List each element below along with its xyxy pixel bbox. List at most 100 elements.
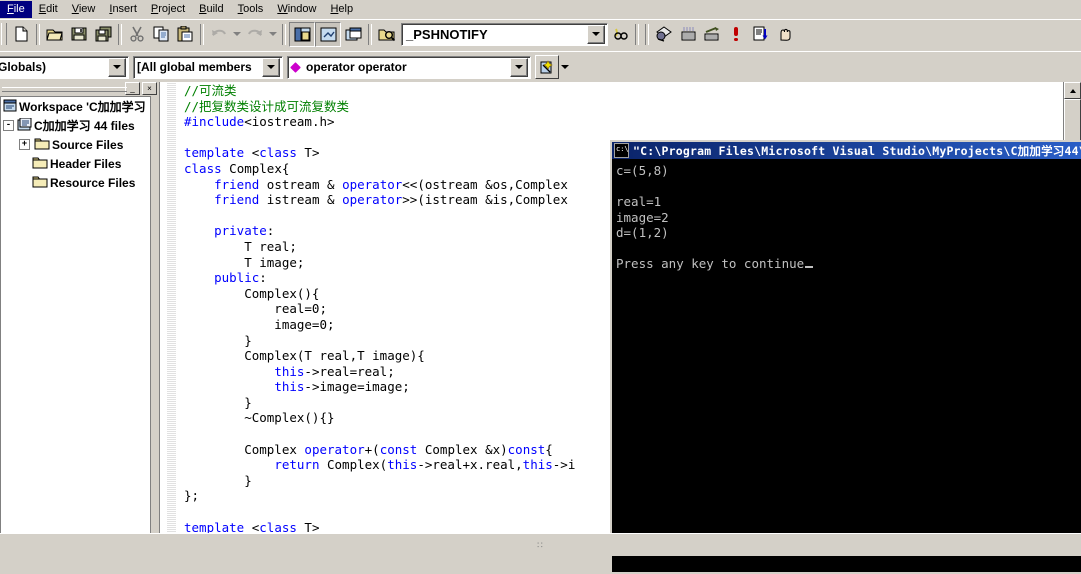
toolbar-separator [200,23,204,45]
open-file-button[interactable] [43,23,67,46]
menu-project[interactable]: Project [144,1,192,18]
output-pane-button[interactable] [315,21,341,47]
redo-button[interactable] [243,23,267,46]
new-file-button[interactable] [9,23,33,46]
menu-accelerator: F [7,2,14,15]
member-combo-value[interactable]: [All global members [134,58,262,76]
wizard-dropdown-arrow[interactable] [559,56,571,79]
wizard-action-button[interactable] [535,55,559,79]
tree-expander-icon[interactable] [19,159,28,168]
visual-cpp-window: File Edit View Insert Project Build Tool… [0,0,1081,574]
menu-insert[interactable]: Insert [102,1,144,18]
console-title-bar[interactable]: "C:\Program Files\Microsoft Visual Studi… [612,142,1081,159]
console-text-content: c=(5,8) real=1 image=2 d=(1,2) Press any… [616,163,805,271]
cut-button[interactable] [125,23,149,46]
function-combo-value[interactable]: operator operator [303,58,510,76]
undo-dropdown-arrow[interactable] [231,23,243,46]
folder-icon [32,156,48,172]
workspace-pane-button[interactable] [289,21,315,47]
console-title-text: "C:\Program Files\Microsoft Visual Studi… [633,143,1081,158]
build-button[interactable] [676,23,700,46]
find-combo-dropdown[interactable] [587,24,605,44]
tree-expander-icon[interactable]: - [3,120,14,131]
save-button[interactable] [67,23,91,46]
window-list-button[interactable] [341,23,365,46]
go-debug-button[interactable] [772,23,796,46]
menu-label: nsert [112,2,137,15]
stop-build-button[interactable] [724,23,748,46]
rebuild-all-button[interactable] [700,23,724,46]
workspace-title-bar: _ × [0,82,159,95]
console-app-icon [614,143,629,158]
console-output-text[interactable]: c=(5,8) real=1 image=2 d=(1,2) Press any… [612,159,1081,572]
menu-label: roject [158,2,186,15]
menu-build[interactable]: Build [192,1,230,18]
project-icon [17,117,32,134]
status-bar: ∷ [0,533,1081,556]
menu-help[interactable]: Help [323,1,360,18]
code-line: //把复数类设计成可流复数类 [184,98,350,114]
menu-view[interactable]: View [65,1,103,18]
menu-accelerator: W [277,2,288,15]
menu-label: indow [287,2,317,15]
menu-window[interactable]: Window [270,1,323,18]
copy-button[interactable] [149,23,173,46]
tree-item-header-files[interactable]: Header Files [1,154,151,173]
standard-toolbar: _PSHNOTIFY [0,19,1081,48]
function-combo[interactable]: operator operator [287,55,531,79]
workspace-minimize-button[interactable]: _ [125,82,140,95]
tree-item-source-files[interactable]: + Source Files [1,135,151,154]
member-combo[interactable]: [All global members [133,55,283,79]
save-all-button[interactable] [91,23,115,46]
compile-button[interactable] [652,23,676,46]
tree-item-label: C加加学习 44 files [34,119,135,133]
console-cursor [805,266,814,268]
tree-expander-icon[interactable]: + [19,139,30,150]
code-line: //可流类 [184,83,237,98]
workspace-tree[interactable]: Workspace 'C加加学习 - C加加学习 44 files + Sour… [0,96,151,534]
class-combo[interactable]: Globals) [0,55,129,79]
find-combo-value[interactable]: _PSHNOTIFY [402,27,587,42]
menu-file[interactable]: File [0,0,32,18]
tree-item-workspace[interactable]: Workspace 'C加加学习 [1,97,151,116]
find-next-button[interactable] [608,23,632,46]
folder-icon [32,175,48,191]
member-combo-dropdown[interactable] [262,57,280,77]
menu-accelerator: B [199,2,207,15]
menu-label: ools [243,2,264,15]
tree-expander-icon[interactable] [19,178,28,187]
workspace-icon [3,99,17,115]
tree-item-project[interactable]: - C加加学习 44 files [1,116,151,135]
paste-button[interactable] [173,23,197,46]
undo-button[interactable] [207,23,231,46]
menu-label: iew [78,2,96,15]
toolbar-separator [635,23,639,45]
class-combo-value[interactable]: Globals) [0,58,108,76]
wizard-bar: Globals) [All global members operator op… [0,51,1081,82]
find-combo[interactable]: _PSHNOTIFY [401,22,608,46]
tree-item-resource-files[interactable]: Resource Files [1,173,151,192]
menu-accelerator: E [38,2,47,15]
class-combo-dropdown[interactable] [108,57,126,77]
editor-selection-margin[interactable] [160,82,184,534]
execute-program-button[interactable] [748,23,772,46]
scroll-up-arrow-icon[interactable] [1064,82,1081,99]
redo-dropdown-arrow[interactable] [267,23,279,46]
function-combo-dropdown[interactable] [510,57,528,77]
menu-tools[interactable]: Tools [231,1,271,18]
toolbar-separator [645,23,649,45]
menu-accelerator: V [71,2,79,15]
workspace-close-button[interactable]: × [142,82,157,95]
toolbar-grip[interactable] [1,23,7,45]
console-output-window[interactable]: "C:\Program Files\Microsoft Visual Studi… [610,140,1081,574]
status-bar-grip: ∷ [537,540,544,550]
tree-item-label: Workspace 'C加加学习 [19,100,146,114]
menu-label: dit [46,2,58,15]
find-in-files-button[interactable] [375,23,399,46]
member-marker-icon [290,61,301,73]
tree-item-label: Resource Files [50,175,136,190]
workspace-scrollbar[interactable] [150,96,159,534]
workspace-panel: _ × Workspace 'C加加学习 - C加加学习 44 files + … [0,82,160,534]
toolbar-separator [368,23,372,45]
menu-edit[interactable]: Edit [32,1,65,18]
